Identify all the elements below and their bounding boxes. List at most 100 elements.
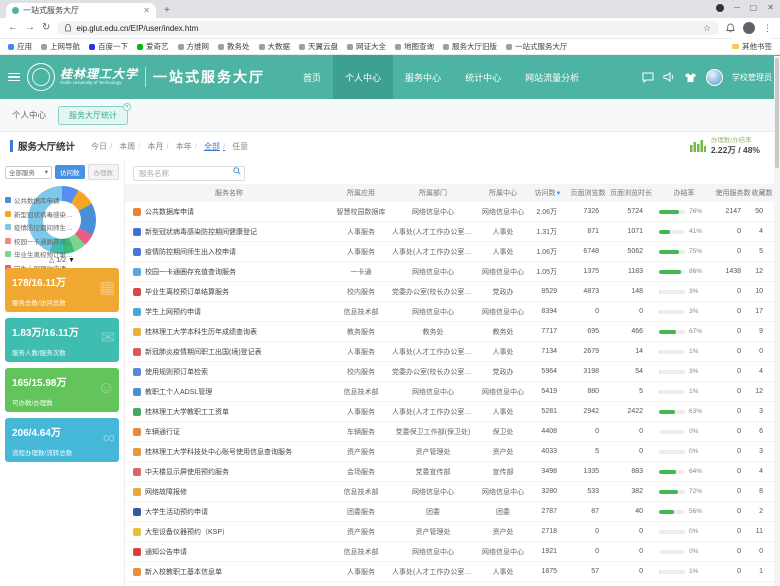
- bookmark-item[interactable]: 地图查询: [395, 41, 434, 52]
- service-name[interactable]: 公共数据库申请: [145, 207, 194, 217]
- table-column-header[interactable]: 收藏数: [751, 188, 773, 198]
- table-row[interactable]: 大学生活动预约申请 团委服务 团委 团委 2787 87 40 56% 0: [125, 502, 780, 522]
- service-search-input[interactable]: [133, 166, 245, 181]
- legend-item[interactable]: 公共数据库申请: [5, 195, 77, 205]
- bookmark-item[interactable]: 百度一下: [89, 41, 128, 52]
- profile-dot-icon[interactable]: [716, 4, 724, 12]
- window-close-button[interactable]: ✕: [767, 3, 774, 12]
- nav-item[interactable]: 首页: [291, 55, 333, 99]
- service-name[interactable]: 使用规则预订单检索: [145, 367, 208, 377]
- announcement-speaker-icon[interactable]: [663, 72, 675, 82]
- service-name[interactable]: 大学生活动预约申请: [145, 507, 208, 517]
- table-row[interactable]: 通知公告申请 信息技术部 网络信息中心 网络信息中心 1921 0 0 0% 0: [125, 542, 780, 562]
- time-filter[interactable]: 全部: [202, 141, 230, 152]
- notifications-icon[interactable]: [726, 23, 735, 33]
- message-icon[interactable]: [642, 72, 654, 83]
- browser-tab[interactable]: 一站式服务大厅 ✕: [6, 3, 156, 18]
- handled-toggle-button[interactable]: 办理数: [88, 164, 120, 180]
- theme-shirt-icon[interactable]: [684, 72, 697, 83]
- legend-item[interactable]: 疫情防控期间师生出入校申请: [5, 222, 77, 232]
- search-icon[interactable]: [233, 167, 241, 175]
- table-row[interactable]: 新入校教职工基本信息单 人事服务 人事处(人才工作办公室、… 人事处 1875 …: [125, 562, 780, 582]
- bookmark-item[interactable]: 一站式服务大厅: [506, 41, 568, 52]
- sort-arrow-icon[interactable]: ▼: [556, 191, 562, 197]
- service-name[interactable]: 学生上网预约申请: [145, 307, 201, 317]
- table-column-header[interactable]: 页面浏览数: [567, 188, 609, 198]
- user-name[interactable]: 学校管理员: [732, 72, 772, 83]
- table-column-header[interactable]: 所属部门: [389, 188, 477, 198]
- bookmark-item[interactable]: 服务大厅旧版: [443, 41, 497, 52]
- time-filter[interactable]: 本周: [117, 141, 145, 152]
- table-row[interactable]: 桂林理工大学本科生历年成绩查询表 教务服务 教务处 教务处 7717 695 4…: [125, 322, 780, 342]
- window-minimize-button[interactable]: ─: [734, 3, 740, 12]
- stat-card[interactable]: 206/4.64万 流程办理数/流转总数 ∞: [5, 418, 119, 462]
- stat-card[interactable]: 165/15.98万 可办数/办理数 ☺: [5, 368, 119, 412]
- legend-item[interactable]: 新型冠状病毒感染防控期间健康登记: [5, 209, 77, 219]
- user-avatar[interactable]: [706, 69, 723, 86]
- browser-profile-avatar[interactable]: [743, 22, 755, 34]
- table-column-header[interactable]: 办结率: [653, 188, 715, 198]
- table-column-header[interactable]: 所属中心: [477, 188, 529, 198]
- nav-item[interactable]: 统计中心: [453, 55, 513, 99]
- scrollbar-thumb[interactable]: [775, 58, 779, 168]
- stat-card[interactable]: 1.83万/16.11万 服务人数/服务次数 ✉: [5, 318, 119, 362]
- table-row[interactable]: 大型设备仪器预约（KSP） 资产服务 资产管理处 资产处 2718 0 0 0%…: [125, 522, 780, 542]
- bookmark-item[interactable]: 爱奇艺: [137, 41, 169, 52]
- table-row[interactable]: 校园一卡通圈存充值查询服务 一卡通 网络信息中心 网络信息中心 1.05万 13…: [125, 262, 780, 282]
- browser-menu-icon[interactable]: ⋮: [763, 23, 772, 34]
- table-row[interactable]: 疫情防控期间师生出入校申请 人事服务 人事处(人才工作办公室、… 人事处 1.0…: [125, 242, 780, 262]
- service-name[interactable]: 桂林理工大学本科生历年成绩查询表: [145, 327, 257, 337]
- back-button[interactable]: ←: [8, 23, 18, 33]
- service-name[interactable]: 大型设备仪器预约（KSP）: [145, 527, 229, 537]
- service-name[interactable]: 新型冠状病毒感染防控期间健康登记: [145, 227, 257, 237]
- open-tab-chip[interactable]: 服务大厅统计 ✕: [58, 106, 128, 125]
- time-filter[interactable]: 任意: [230, 141, 250, 152]
- service-name[interactable]: 桂林理工大学科技处中心账号使用信息查询服务: [145, 447, 292, 457]
- reload-button[interactable]: ↻: [42, 23, 50, 33]
- table-row[interactable]: 学生上网预约申请 信息技术部 网络信息中心 网络信息中心 8394 0 0 3%…: [125, 302, 780, 322]
- service-name[interactable]: 疫情防控期间师生出入校申请: [145, 247, 236, 257]
- service-select[interactable]: 全部服务 ▾: [5, 166, 52, 179]
- legend-item[interactable]: 校园一卡通圈存充值查询服务: [5, 236, 77, 246]
- tab-close-icon[interactable]: ✕: [143, 6, 150, 15]
- table-row[interactable]: 网络故障报修 信息技术部 网络信息中心 网络信息中心 3280 533 382 …: [125, 482, 780, 502]
- table-column-header[interactable]: 页面浏览时长: [609, 188, 653, 198]
- nav-item[interactable]: 个人中心: [333, 55, 393, 99]
- service-name[interactable]: 网络故障报修: [145, 487, 187, 497]
- service-name[interactable]: 新冠肺炎疫情期间职工出国(境)登记表: [145, 347, 262, 357]
- table-row[interactable]: 公共数据库申请 智慧校园数据库 网络信息中心 网络信息中心 2.06万 7326…: [125, 202, 780, 222]
- table-column-header[interactable]: 使用服务数: [715, 188, 751, 198]
- table-row[interactable]: 使用规则预订单检索 校内服务 党委办公室(校长办公室、… 党政办 5964 31…: [125, 362, 780, 382]
- service-name[interactable]: 教职工个人ADSL管理: [145, 387, 212, 397]
- bookmark-star-icon[interactable]: ☆: [703, 23, 711, 34]
- page-scrollbar[interactable]: [774, 56, 780, 586]
- table-row[interactable]: 中天楼显示屏使用预约服务 会场服务 党委宣传部 宣传部 3498 1335 88…: [125, 462, 780, 482]
- bookmark-item[interactable]: 应用: [8, 41, 32, 52]
- time-filter[interactable]: 本年: [174, 141, 202, 152]
- table-row[interactable]: 毕业生离校预订单结算服务 校内服务 党委办公室(校长办公室、… 党政办 8529…: [125, 282, 780, 302]
- window-maximize-button[interactable]: ▢: [750, 3, 758, 12]
- table-row[interactable]: 车辆通行证 车辆服务 党委保卫工作部(保卫处) 保卫处 4408 0 0 0% …: [125, 422, 780, 442]
- url-bar[interactable]: eip.glut.edu.cn/EIP/user/index.htm ☆: [57, 21, 719, 35]
- hamburger-menu-icon[interactable]: [8, 73, 20, 82]
- nav-item[interactable]: 服务中心: [393, 55, 453, 99]
- service-name[interactable]: 通知公告申请: [145, 547, 187, 557]
- table-row[interactable]: 桂林理工大学科技处中心账号使用信息查询服务 资产服务 资产管理处 资产处 403…: [125, 442, 780, 462]
- table-column-header[interactable]: 访问数▼: [529, 188, 567, 198]
- bookmark-item[interactable]: 上网导航: [41, 41, 80, 52]
- forward-button[interactable]: →: [25, 23, 35, 33]
- legend-item[interactable]: 毕业生离校预订单结算服务: [5, 249, 77, 259]
- table-row[interactable]: 教职工个人ADSL管理 信息技术部 网络信息中心 网络信息中心 5419 880…: [125, 382, 780, 402]
- other-bookmarks[interactable]: 其他书签: [732, 38, 772, 54]
- bookmark-item[interactable]: 方维网: [178, 41, 210, 52]
- new-tab-button[interactable]: +: [164, 5, 170, 16]
- service-name[interactable]: 桂林理工大学教职工工资单: [145, 407, 229, 417]
- table-row[interactable]: 新冠肺炎疫情期间职工出国(境)登记表 人事服务 人事处(人才工作办公室、… 人事…: [125, 342, 780, 362]
- time-filter[interactable]: 本月: [145, 141, 173, 152]
- table-column-header[interactable]: 所属应用: [333, 188, 389, 198]
- chip-close-icon[interactable]: ✕: [123, 103, 131, 111]
- service-name[interactable]: 毕业生离校预订单结算服务: [145, 287, 229, 297]
- visits-toggle-button[interactable]: 访问数: [55, 165, 85, 179]
- service-name[interactable]: 车辆通行证: [145, 427, 180, 437]
- bookmark-item[interactable]: 网证大全: [347, 41, 386, 52]
